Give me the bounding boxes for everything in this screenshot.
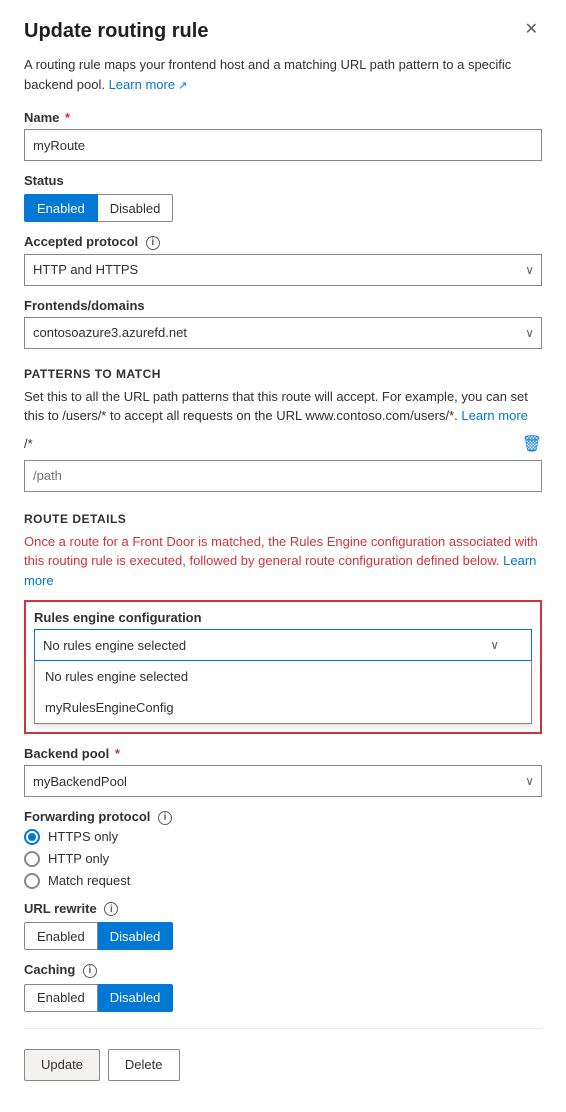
name-field-label: Name * [24,110,542,125]
frontends-field-label: Frontends/domains [24,298,542,313]
status-enabled-button[interactable]: Enabled [24,194,98,222]
rules-engine-option-myconfig[interactable]: myRulesEngineConfig [35,692,531,723]
status-disabled-button[interactable]: Disabled [98,194,174,222]
accepted-protocol-field-container: Accepted protocol i HTTP and HTTPS HTTP … [24,234,542,286]
forwarding-protocol-http-only[interactable]: HTTP only [24,851,542,867]
accepted-protocol-info-icon: i [146,236,160,250]
forwarding-protocol-match-label: Match request [48,873,130,888]
forwarding-protocol-http-label: HTTP only [48,851,109,866]
forwarding-protocol-match-radio-circle [24,873,40,889]
close-button[interactable]: ✕ [521,20,542,40]
frontends-field-container: Frontends/domains contosoazure3.azurefd.… [24,298,542,349]
caching-field-container: Caching i Enabled Disabled [24,962,542,1012]
name-field-container: Name * [24,110,542,161]
patterns-section-title: PATTERNS TO MATCH [24,367,542,381]
footer-buttons: Update Delete [24,1049,542,1081]
rules-engine-dropdown-wrapper: No rules engine selected ∨ No rules engi… [34,629,532,724]
pattern-value: /* [24,436,514,451]
rules-engine-dropdown-trigger[interactable]: No rules engine selected ∨ [34,629,532,661]
route-details-description: Once a route for a Front Door is matched… [24,532,542,591]
forwarding-protocol-field-container: Forwarding protocol i HTTPS only HTTP on… [24,809,542,889]
backend-pool-required-marker: * [111,746,120,761]
rules-engine-selected-value: No rules engine selected [43,638,490,653]
forwarding-protocol-https-only[interactable]: HTTPS only [24,829,542,845]
rules-engine-options-list: No rules engine selected myRulesEngineCo… [34,661,532,724]
forwarding-protocol-match-request[interactable]: Match request [24,873,542,889]
patterns-learn-more-link[interactable]: Learn more [461,408,527,423]
pattern-delete-icon[interactable]: 🗑 [522,434,542,454]
accepted-protocol-dropdown-wrapper: HTTP and HTTPS HTTP only HTTPS only ∨ [24,254,542,286]
pattern-path-input[interactable] [24,460,542,492]
route-details-section-title: ROUTE DETAILS [24,512,542,526]
status-field-label: Status [24,173,542,188]
url-rewrite-enabled-button[interactable]: Enabled [24,922,98,950]
forwarding-protocol-label: Forwarding protocol i [24,809,542,825]
panel-description: A routing rule maps your frontend host a… [24,55,542,94]
accepted-protocol-dropdown[interactable]: HTTP and HTTPS HTTP only HTTPS only [24,254,542,286]
frontends-dropdown-wrapper: contosoazure3.azurefd.net ∨ [24,317,542,349]
url-rewrite-info-icon: i [104,902,118,916]
description-learn-more-link[interactable]: Learn more [109,77,188,92]
footer-divider [24,1028,542,1029]
rules-engine-label: Rules engine configuration [34,610,532,625]
url-rewrite-toggle-group: Enabled Disabled [24,922,542,950]
forwarding-protocol-info-icon: i [158,811,172,825]
update-routing-rule-panel: Update routing rule ✕ A routing rule map… [0,0,566,1112]
frontends-dropdown[interactable]: contosoazure3.azurefd.net [24,317,542,349]
panel-title: Update routing rule [24,20,208,43]
backend-pool-dropdown[interactable]: myBackendPool [24,765,542,797]
url-rewrite-field-container: URL rewrite i Enabled Disabled [24,901,542,951]
panel-header: Update routing rule ✕ [24,20,542,43]
backend-pool-label: Backend pool * [24,746,542,761]
forwarding-protocol-radio-group: HTTPS only HTTP only Match request [24,829,542,889]
caching-info-icon: i [83,964,97,978]
patterns-description: Set this to all the URL path patterns th… [24,387,542,426]
update-button[interactable]: Update [24,1049,100,1081]
pattern-row: /* 🗑 [24,434,542,454]
status-field-container: Status Enabled Disabled [24,173,542,222]
caching-toggle-group: Enabled Disabled [24,984,542,1012]
delete-button[interactable]: Delete [108,1049,180,1081]
backend-pool-field-container: Backend pool * myBackendPool ∨ [24,746,542,797]
backend-pool-dropdown-wrapper: myBackendPool ∨ [24,765,542,797]
url-rewrite-label: URL rewrite i [24,901,542,917]
rules-engine-dropdown-arrow: ∨ [490,638,499,652]
rules-engine-option-none[interactable]: No rules engine selected [35,661,531,692]
forwarding-protocol-https-radio-circle [24,829,40,845]
url-rewrite-disabled-button[interactable]: Disabled [98,922,174,950]
name-input[interactable] [24,129,542,161]
caching-disabled-button[interactable]: Disabled [98,984,174,1012]
accepted-protocol-label: Accepted protocol i [24,234,542,250]
forwarding-protocol-http-radio-circle [24,851,40,867]
forwarding-protocol-https-label: HTTPS only [48,829,118,844]
name-required-marker: * [61,110,70,125]
caching-enabled-button[interactable]: Enabled [24,984,98,1012]
rules-engine-section: Rules engine configuration No rules engi… [24,600,542,734]
forwarding-protocol-https-radio-dot [28,833,36,841]
caching-label: Caching i [24,962,542,978]
status-toggle-group: Enabled Disabled [24,194,542,222]
